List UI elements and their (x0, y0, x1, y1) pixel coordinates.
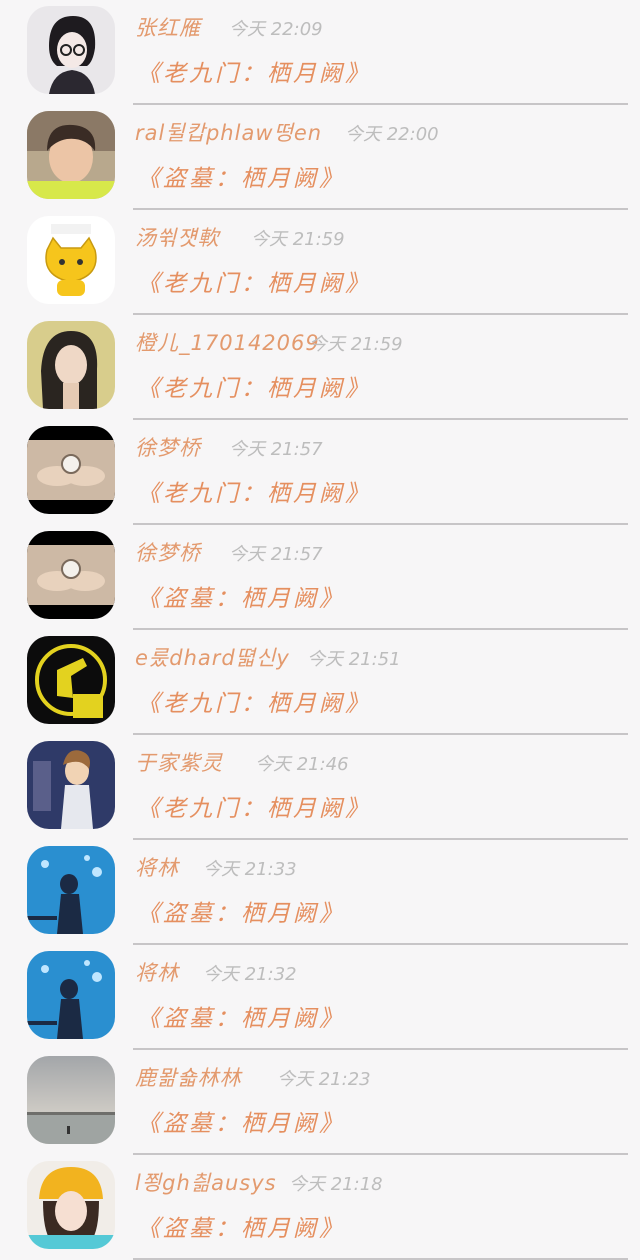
comment-body: 于家紫灵 今天 21:46 《老九门：栖月阙》 (133, 735, 628, 840)
list-item[interactable]: 将林 今天 21:33 《盗墓：栖月阙》 (0, 840, 640, 945)
username[interactable]: 汤쒺쟷軟 (135, 222, 220, 252)
list-item[interactable]: e룼dhard뗣신y 今天 21:51 《老九门：栖月阙》 (0, 630, 640, 735)
comment-body: l쬥gh칆ausys 今天 21:18 《盗墓：栖月阙》 (133, 1155, 628, 1260)
comment-body: e룼dhard뗣신y 今天 21:51 《老九门：栖月阙》 (133, 630, 628, 735)
list-item[interactable]: 汤쒺쟷軟 今天 21:59 《老九门：栖月阙》 (0, 210, 640, 315)
timestamp: 今天 21:33 (203, 859, 297, 880)
comment-body: 汤쒺쟷軟 今天 21:59 《老九门：栖月阙》 (133, 210, 628, 315)
novel-title[interactable]: 《盗墓：栖月阙》 (137, 999, 345, 1033)
timestamp: 今天 21:18 (289, 1174, 383, 1195)
we-are-one-fist-avatar-icon[interactable] (27, 636, 115, 724)
list-item[interactable]: 张红雁 今天 22:09 《老九门：栖月阙》 (0, 0, 640, 105)
list-item[interactable]: 徐梦桥 今天 21:57 《盗墓：栖月阙》 (0, 525, 640, 630)
timestamp: 今天 21:23 (277, 1069, 371, 1090)
list-item[interactable]: 徐梦桥 今天 21:57 《老九门：栖月阙》 (0, 420, 640, 525)
novel-title[interactable]: 《盗墓：栖月阙》 (137, 894, 345, 928)
timestamp: 今天 21:51 (307, 649, 401, 670)
comment-body: ral뒬캅phlaw떵en 今天 22:00 《盗墓：栖月阙》 (133, 105, 628, 210)
list-item[interactable]: ral뒬캅phlaw떵en 今天 22:00 《盗墓：栖月阙》 (0, 105, 640, 210)
girl-glasses-avatar-icon[interactable] (27, 6, 115, 94)
username[interactable]: 于家紫灵 (135, 747, 223, 777)
comment-body: 张红雁 今天 22:09 《老九门：栖月阙》 (133, 0, 628, 105)
blue-bubbles-boy-avatar-icon[interactable] (27, 846, 115, 934)
novel-title[interactable]: 《老九门：栖月阙》 (137, 684, 371, 718)
pocket-watch-hands-avatar-icon[interactable] (27, 531, 115, 619)
comment-body: 徐梦桥 今天 21:57 《盗墓：栖月阙》 (133, 525, 628, 630)
comment-body: 徐梦桥 今天 21:57 《老九门：栖月阙》 (133, 420, 628, 525)
novel-title[interactable]: 《老九门：栖月阙》 (137, 789, 371, 823)
username[interactable]: ral뒬캅phlaw떵en (135, 117, 322, 147)
novel-title[interactable]: 《老九门：栖月阙》 (137, 474, 371, 508)
list-item[interactable]: l쬥gh칆ausys 今天 21:18 《盗墓：栖月阙》 (0, 1155, 640, 1260)
timestamp: 今天 21:59 (251, 229, 345, 250)
girl-yellow-hat-avatar-icon[interactable] (27, 1161, 115, 1249)
timestamp: 今天 21:46 (255, 754, 349, 775)
username[interactable]: 张红雁 (135, 12, 201, 42)
comment-body: 橙儿_170142069 今天 21:59 《老九门：栖月阙》 (133, 315, 628, 420)
timestamp: 今天 21:57 (229, 439, 323, 460)
username[interactable]: 将林 (135, 957, 179, 987)
username[interactable]: e룼dhard뗣신y (135, 642, 290, 672)
list-item[interactable]: 鹿뫎숇林林 今天 21:23 《盗墓：栖月阙》 (0, 1050, 640, 1155)
novel-title[interactable]: 《盗墓：栖月阙》 (137, 1104, 345, 1138)
novel-title[interactable]: 《盗墓：栖月阙》 (137, 1209, 345, 1243)
timestamp: 今天 22:09 (229, 19, 323, 40)
novel-title[interactable]: 《老九门：栖月阙》 (137, 54, 371, 88)
novel-title[interactable]: 《老九门：栖月阙》 (137, 264, 371, 298)
timestamp: 今天 21:57 (229, 544, 323, 565)
lake-landscape-avatar-icon[interactable] (27, 1056, 115, 1144)
yellow-cartoon-cat-avatar-icon[interactable] (27, 216, 115, 304)
username[interactable]: 将林 (135, 852, 179, 882)
username[interactable]: 徐梦桥 (135, 537, 201, 567)
anime-boy-avatar-icon[interactable] (27, 741, 115, 829)
pocket-watch-hands-avatar-icon[interactable] (27, 426, 115, 514)
boy-portrait-avatar-icon[interactable] (27, 111, 115, 199)
comment-list: 张红雁 今天 22:09 《老九门：栖月阙》 ral뒬캅phlaw떵en 今天 … (0, 0, 640, 1260)
comment-body: 将林 今天 21:32 《盗墓：栖月阙》 (133, 945, 628, 1050)
novel-title[interactable]: 《盗墓：栖月阙》 (137, 579, 345, 613)
blue-bubbles-boy-avatar-icon[interactable] (27, 951, 115, 1039)
comment-body: 将林 今天 21:33 《盗墓：栖月阙》 (133, 840, 628, 945)
username[interactable]: 鹿뫎숇林林 (135, 1062, 242, 1092)
comment-body: 鹿뫎숇林林 今天 21:23 《盗墓：栖月阙》 (133, 1050, 628, 1155)
list-item[interactable]: 橙儿_170142069 今天 21:59 《老九门：栖月阙》 (0, 315, 640, 420)
username[interactable]: 橙儿_170142069 (135, 327, 320, 357)
woman-portrait-avatar-icon[interactable] (27, 321, 115, 409)
list-item[interactable]: 将林 今天 21:32 《盗墓：栖月阙》 (0, 945, 640, 1050)
username[interactable]: l쬥gh칆ausys (135, 1167, 277, 1197)
timestamp: 今天 21:32 (203, 964, 297, 985)
timestamp: 今天 22:00 (345, 124, 439, 145)
novel-title[interactable]: 《盗墓：栖月阙》 (137, 159, 345, 193)
timestamp: 今天 21:59 (309, 334, 403, 355)
username[interactable]: 徐梦桥 (135, 432, 201, 462)
list-item[interactable]: 于家紫灵 今天 21:46 《老九门：栖月阙》 (0, 735, 640, 840)
novel-title[interactable]: 《老九门：栖月阙》 (137, 369, 371, 403)
